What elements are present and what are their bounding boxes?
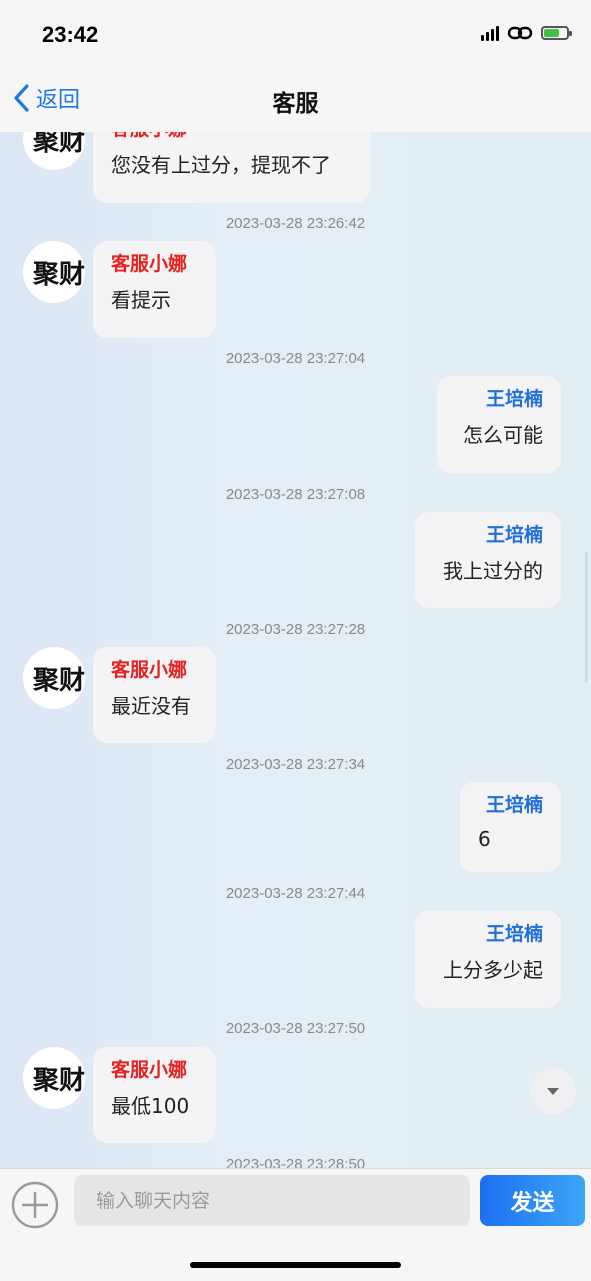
timestamp: 2023-03-28 23:27:34 bbox=[225, 756, 366, 773]
avatar-logo: 聚财 bbox=[32, 260, 85, 290]
avatar-logo: 聚财 bbox=[32, 132, 85, 157]
timestamp: 2023-03-28 23:27:50 bbox=[225, 1020, 366, 1037]
message-text: 您没有上过分，提现不了 bbox=[111, 153, 331, 177]
message-text: 最低100 bbox=[111, 1094, 190, 1118]
timestamp: 2023-03-28 23:27:08 bbox=[225, 486, 366, 503]
svg-text:聚财: 聚财 bbox=[32, 260, 85, 290]
plus-circle-icon[interactable] bbox=[11, 1181, 59, 1229]
chat-input[interactable] bbox=[74, 1175, 470, 1226]
message-text: 最近没有 bbox=[111, 694, 191, 718]
svg-text:聚财: 聚财 bbox=[32, 132, 85, 157]
status-time: 23:42 bbox=[42, 22, 99, 47]
timestamp: 2023-03-28 23:27:28 bbox=[225, 621, 366, 638]
home-indicator bbox=[190, 1262, 401, 1268]
chevron-down-icon bbox=[547, 1087, 559, 1095]
agent-avatar: 聚财 bbox=[23, 241, 85, 303]
nav-bar: 返回 客服 bbox=[0, 66, 591, 133]
chat-messages[interactable]: 聚财 客服小娜 您没有上过分，提现不了 2023-03-28 23:26:42 … bbox=[0, 132, 591, 1168]
signal-icon bbox=[481, 25, 499, 41]
sender-name: 王培楠 bbox=[485, 794, 543, 816]
timestamp: 2023-03-28 23:27:44 bbox=[225, 885, 366, 902]
message-bubble-agent: 客服小娜 最近没有 bbox=[93, 647, 216, 743]
sender-name: 客服小娜 bbox=[111, 1059, 188, 1081]
link-icon bbox=[507, 26, 533, 40]
sender-name: 王培楠 bbox=[485, 923, 543, 945]
message-text: 上分多少起 bbox=[443, 958, 543, 982]
sender-name: 客服小娜 bbox=[111, 253, 188, 275]
avatar-logo: 聚财 bbox=[32, 666, 85, 696]
message-text: 我上过分的 bbox=[443, 559, 543, 583]
status-icons bbox=[481, 24, 572, 42]
page-title: 客服 bbox=[272, 91, 319, 117]
battery-icon bbox=[541, 26, 572, 40]
agent-avatar: 聚财 bbox=[23, 132, 85, 170]
agent-avatar: 聚财 bbox=[23, 647, 85, 709]
agent-avatar: 聚财 bbox=[23, 1047, 85, 1109]
timestamp: 2023-03-28 23:28:50 bbox=[225, 1156, 366, 1168]
message-bubble-user: 王培楠 我上过分的 bbox=[415, 512, 561, 608]
message-text: 看提示 bbox=[111, 288, 171, 312]
sender-name: 客服小娜 bbox=[111, 659, 188, 681]
timestamp: 2023-03-28 23:26:42 bbox=[225, 215, 366, 232]
sender-name: 王培楠 bbox=[485, 388, 543, 410]
avatar-logo: 聚财 bbox=[32, 1066, 85, 1096]
svg-text:聚财: 聚财 bbox=[32, 1066, 85, 1096]
timestamp: 2023-03-28 23:27:04 bbox=[225, 350, 366, 367]
scrollbar[interactable] bbox=[585, 552, 588, 682]
message-bubble-agent: 客服小娜 最低100 bbox=[93, 1047, 216, 1143]
sender-name: 王培楠 bbox=[485, 524, 543, 546]
message-bubble-agent: 客服小娜 您没有上过分，提现不了 bbox=[93, 132, 370, 203]
scroll-to-bottom-button[interactable] bbox=[530, 1068, 576, 1114]
message-bubble-user: 王培楠 怎么可能 bbox=[437, 376, 561, 473]
message-text: 怎么可能 bbox=[463, 423, 543, 447]
message-bubble-user: 王培楠 6 bbox=[460, 782, 561, 872]
send-button[interactable]: 发送 bbox=[480, 1175, 585, 1226]
status-bar: 23:42 bbox=[0, 0, 591, 66]
message-text: 6 bbox=[478, 827, 491, 851]
sender-name: 客服小娜 bbox=[111, 132, 352, 142]
message-bubble-user: 王培楠 上分多少起 bbox=[415, 911, 561, 1008]
svg-text:聚财: 聚财 bbox=[32, 666, 85, 696]
message-bubble-agent: 客服小娜 看提示 bbox=[93, 241, 216, 338]
